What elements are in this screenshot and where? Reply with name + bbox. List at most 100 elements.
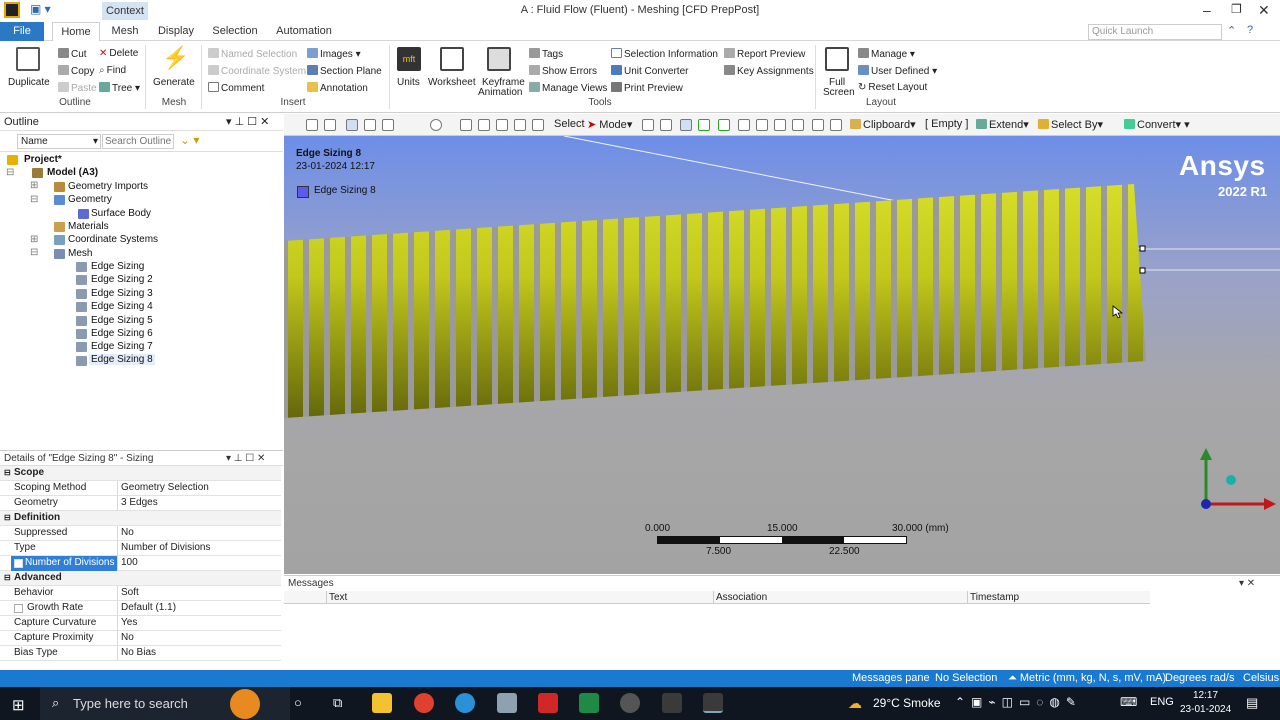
select-mesh-icon[interactable]: [774, 119, 786, 131]
reset-layout-button[interactable]: ↻ Reset Layout: [858, 82, 927, 93]
chrome-icon[interactable]: [414, 693, 434, 713]
details-row[interactable]: Geometry 3 Edges: [0, 496, 281, 511]
details-section-definition[interactable]: ⊟ Definition: [0, 511, 281, 526]
tree-item-edge-sizing-2[interactable]: Edge Sizing 2: [91, 274, 153, 285]
report-preview-button[interactable]: Report Preview: [724, 48, 805, 60]
edge-handle[interactable]: [1139, 245, 1146, 252]
keyboard-icon[interactable]: ⌨: [1120, 695, 1137, 709]
show-icon[interactable]: [830, 119, 842, 131]
tray-icons[interactable]: ⌃▣⌁◫▭◌◍✎: [955, 695, 1082, 709]
column-association[interactable]: Association: [713, 591, 767, 604]
graphics-viewport[interactable]: Edge Sizing 8 23-01-2024 12:17 Edge Sizi…: [284, 136, 1280, 574]
notifications-icon[interactable]: ▤: [1246, 695, 1258, 711]
comment-button[interactable]: Comment: [208, 82, 264, 94]
tree-item-edge-sizing-3[interactable]: Edge Sizing 3: [91, 288, 153, 299]
worksheet-button[interactable]: Worksheet: [428, 77, 476, 88]
messages-pane-status[interactable]: Messages pane: [852, 670, 930, 687]
hide-icon[interactable]: [812, 119, 824, 131]
zoom-icon[interactable]: [478, 119, 490, 131]
coordinate-system-button[interactable]: Coordinate System: [208, 65, 306, 77]
excel-icon[interactable]: [579, 693, 599, 713]
select-edge-icon[interactable]: [660, 119, 672, 131]
units-button[interactable]: Units: [397, 77, 420, 88]
file-explorer-icon[interactable]: [372, 693, 392, 713]
select-body2-icon[interactable]: [792, 119, 804, 131]
cortana-icon[interactable]: ○: [294, 695, 302, 710]
generate-button[interactable]: Generate: [153, 77, 195, 88]
outline-search-input[interactable]: [102, 134, 174, 149]
help-icon[interactable]: ?: [1247, 24, 1253, 36]
tree-button[interactable]: Tree ▾: [99, 82, 140, 94]
tree-item-model[interactable]: Model (A3): [47, 167, 98, 178]
select-button[interactable]: Select: [554, 118, 585, 130]
user-defined-button[interactable]: User Defined ▾: [858, 65, 937, 77]
details-row[interactable]: Suppressed No: [0, 526, 281, 541]
zoom-fit-icon[interactable]: [514, 119, 526, 131]
minimize-icon[interactable]: –: [1203, 2, 1211, 18]
quick-launch-input[interactable]: Quick Launch: [1088, 24, 1222, 40]
clock-time[interactable]: 12:17: [1193, 690, 1218, 701]
tree-item-geometry-imports[interactable]: Geometry Imports: [68, 181, 148, 192]
taskbar-search[interactable]: ⌕ Type here to search: [40, 687, 290, 720]
column-text[interactable]: Text: [326, 591, 347, 604]
clipboard-button[interactable]: Clipboard▾: [850, 118, 916, 131]
details-section-advanced[interactable]: ⊟ Advanced: [0, 571, 281, 586]
rate-status[interactable]: rad/s: [1210, 670, 1234, 687]
rotate-icon[interactable]: [430, 119, 442, 131]
manage-views-button[interactable]: Manage Views: [529, 82, 607, 94]
select-node-icon[interactable]: [718, 119, 730, 131]
tree-item-edge-sizing-7[interactable]: Edge Sizing 7: [91, 341, 153, 352]
details-row[interactable]: Bias Type No Bias: [0, 646, 281, 661]
magnifier-icon[interactable]: [532, 119, 544, 131]
workbench-icon[interactable]: [662, 693, 682, 713]
tags-button[interactable]: Tags: [529, 48, 563, 60]
box-zoom-icon[interactable]: [496, 119, 508, 131]
tree-item-geometry[interactable]: Geometry: [68, 194, 112, 205]
select-body-icon[interactable]: [698, 119, 710, 131]
column-timestamp[interactable]: Timestamp: [967, 591, 1019, 604]
outline-name-filter[interactable]: Name ▾: [17, 134, 101, 149]
details-row[interactable]: Capture Curvature Yes: [0, 616, 281, 631]
clock-date[interactable]: 23-01-2024: [1180, 704, 1231, 715]
restore-icon[interactable]: ❐: [1231, 2, 1242, 16]
tree-item-mesh[interactable]: Mesh: [68, 248, 92, 259]
copy-button[interactable]: Copy: [58, 65, 94, 77]
view-mode-icon[interactable]: [346, 119, 358, 131]
annotation-button[interactable]: Annotation: [307, 82, 368, 94]
tree-item-edge-sizing-8[interactable]: Edge Sizing 8: [89, 354, 155, 365]
tab-display[interactable]: Display: [154, 22, 198, 41]
zoom-in-icon[interactable]: [306, 119, 318, 131]
office-icon[interactable]: [538, 693, 558, 713]
section-plane-button[interactable]: Section Plane: [307, 65, 382, 77]
delete-button[interactable]: ✕ Delete: [99, 48, 138, 59]
tree-item-project[interactable]: Project*: [24, 154, 62, 165]
named-selection-button[interactable]: Named Selection: [208, 48, 297, 60]
weather-text[interactable]: 29°C Smoke: [873, 696, 941, 710]
tab-file[interactable]: File: [0, 22, 44, 41]
select-vertex-icon[interactable]: [642, 119, 654, 131]
details-row-number-of-divisions[interactable]: Number of Divisions 100: [0, 556, 281, 571]
details-section-scope[interactable]: ⊟ Scope: [0, 466, 281, 481]
duplicate-button[interactable]: Duplicate: [8, 77, 50, 88]
tab-home[interactable]: Home: [52, 22, 100, 41]
select-element-face-icon[interactable]: [756, 119, 768, 131]
unit-converter-button[interactable]: Unit Converter: [611, 65, 688, 77]
cut-button[interactable]: Cut: [58, 48, 87, 60]
edge-icon[interactable]: [455, 693, 475, 713]
app-icon[interactable]: [497, 693, 517, 713]
print-preview-button[interactable]: Print Preview: [611, 82, 683, 94]
details-row[interactable]: Scoping Method Geometry Selection: [0, 481, 281, 496]
tree-item-edge-sizing-6[interactable]: Edge Sizing 6: [91, 328, 153, 339]
key-assignments-button[interactable]: Key Assignments: [724, 65, 814, 77]
windows-start-icon[interactable]: ⊞: [12, 696, 25, 714]
select-by-button[interactable]: Select By▾: [1038, 118, 1103, 131]
filter-icon[interactable]: ⌄ ▾: [180, 133, 199, 147]
close-icon[interactable]: ✕: [1258, 2, 1270, 19]
find-button[interactable]: ⌕ Find: [99, 65, 126, 76]
language-indicator[interactable]: ENG: [1150, 696, 1174, 708]
zoom-out-icon[interactable]: [324, 119, 336, 131]
wireframe-icon[interactable]: [364, 119, 376, 131]
tree-item-surface-body[interactable]: Surface Body: [91, 208, 151, 219]
tab-mesh[interactable]: Mesh: [106, 22, 144, 41]
details-row[interactable]: Growth Rate Default (1.1): [0, 601, 281, 616]
